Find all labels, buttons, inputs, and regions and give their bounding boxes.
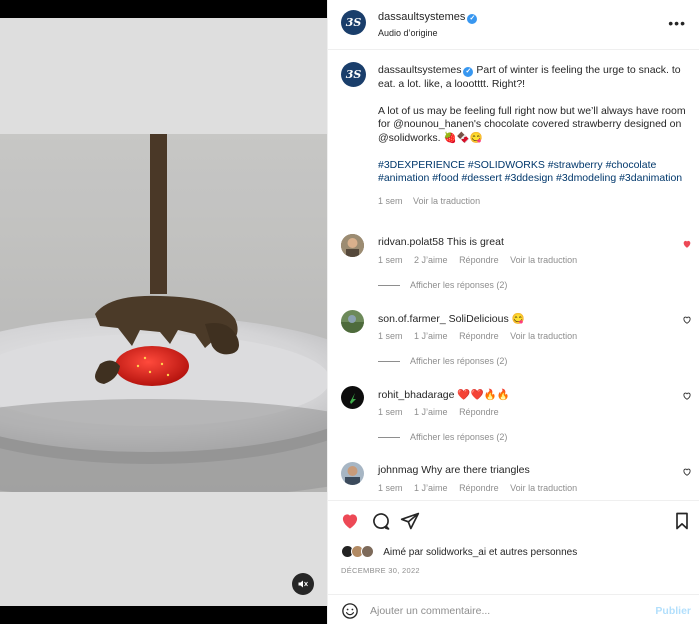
letterbox-bottom [0,492,327,606]
comment-meta: 1 sem 1 J’aime Répondre [378,407,508,417]
post-detail-panel: 3S dassaultsystemes ✓ Audio d’origine •••… [327,0,699,624]
share-icon[interactable] [400,511,420,531]
caption-meta: 1 sem Voir la traduction [378,195,690,209]
caption-text: dassaultsystemes ✓ Part of winter is feel… [378,64,690,209]
caption-translate-link[interactable]: Voir la traduction [413,196,480,206]
heart-icon[interactable] [340,511,360,531]
verified-icon: ✓ [463,67,474,77]
emoji-icon[interactable] [341,602,359,620]
comment-text: Why are there triangles [421,464,530,476]
heart-icon[interactable] [682,239,692,249]
replies-divider [378,361,400,363]
comment-text: SoliDelicious 😋 [448,313,525,325]
commenter-avatar[interactable] [341,234,364,257]
comment-time[interactable]: 1 sem [378,483,403,493]
post-media[interactable] [0,0,327,624]
liked-by-suffix[interactable]: et autres personnes [489,547,577,558]
liked-by-prefix: Aimé par [383,547,424,558]
show-replies-label[interactable]: Afficher les réponses (2) [410,356,507,366]
comment-icon[interactable] [371,511,391,531]
comment-input[interactable] [370,603,640,619]
avatar-logo-text: 3S [345,68,362,81]
show-replies-label[interactable]: Afficher les réponses (2) [410,280,507,290]
show-replies-button[interactable]: Afficher les réponses (2) [378,432,507,442]
comment-body: johnmag Why are there triangles [378,464,530,476]
post-date[interactable]: DÉCEMBRE 30, 2022 [341,566,420,575]
comment-like-count[interactable]: 1 J’aime [414,331,448,341]
author-username-text[interactable]: dassaultsystemes [378,11,465,23]
mute-button[interactable] [292,573,314,595]
letterbox-top [0,18,327,134]
comment-translate-link[interactable]: Voir la traduction [510,331,577,341]
bookmark-icon[interactable] [672,511,692,531]
caption-username[interactable]: dassaultsystemes [378,64,461,76]
replies-divider [378,437,400,439]
audio-label[interactable]: Audio d’origine [378,28,438,38]
comment-meta: 1 sem 1 J’aime Répondre Voir la traducti… [378,483,586,493]
comment-meta: 1 sem 2 J’aime Répondre Voir la traducti… [378,255,586,265]
avatar-photo [341,386,364,409]
post-header: 3S dassaultsystemes ✓ Audio d’origine ••• [328,0,699,50]
avatar-photo [341,234,364,257]
comment-time[interactable]: 1 sem [378,407,403,417]
comment-meta: 1 sem 1 J’aime Répondre Voir la traducti… [378,331,586,341]
comment-like-count[interactable]: 2 J’aime [414,255,448,265]
replies-divider [378,285,400,287]
commenter-username[interactable]: rohit_bhadarage [378,389,454,401]
comment-like-count[interactable]: 1 J’aime [414,407,448,417]
commenter-username[interactable]: johnmag [378,464,418,476]
author-username[interactable]: dassaultsystemes ✓ [378,11,478,24]
more-icon: ••• [668,15,686,31]
comment-time[interactable]: 1 sem [378,255,403,265]
avatar-photo [341,310,364,333]
show-replies-label[interactable]: Afficher les réponses (2) [410,432,507,442]
comment-reply-button[interactable]: Répondre [459,255,499,265]
post-actions: Aimé par solidworks_ai et autres personn… [328,500,699,624]
comment-body: ridvan.polat58 This is great [378,236,504,248]
comment-reply-button[interactable]: Répondre [459,331,499,341]
mute-icon [298,580,308,588]
add-comment-bar: Publier [328,594,699,624]
heart-outline-icon[interactable] [682,467,692,477]
comment-reply-button[interactable]: Répondre [459,407,499,417]
show-replies-button[interactable]: Afficher les réponses (2) [378,280,507,290]
comment-text: ❤️❤️🔥🔥 [457,389,510,401]
commenter-avatar[interactable] [341,386,364,409]
commenter-avatar[interactable] [341,462,364,485]
mini-avatar [361,545,374,558]
video-frame[interactable] [0,18,327,606]
author-avatar[interactable]: 3S [341,10,366,35]
post-comment-button[interactable]: Publier [655,605,691,617]
comment-time[interactable]: 1 sem [378,331,403,341]
heart-outline-icon[interactable] [682,315,692,325]
more-options-button[interactable]: ••• [668,15,686,31]
comment-reply-button[interactable]: Répondre [459,483,499,493]
comment-translate-link[interactable]: Voir la traduction [510,255,577,265]
liked-by-row[interactable]: Aimé par solidworks_ai et autres personn… [341,545,577,558]
video-scene [0,134,327,492]
comment-body: rohit_bhadarage ❤️❤️🔥🔥 [378,388,510,401]
show-replies-button[interactable]: Afficher les réponses (2) [378,356,507,366]
liked-by-user[interactable]: solidworks_ai [426,547,486,558]
comment-text: This is great [446,236,504,248]
comment-translate-link[interactable]: Voir la traduction [510,483,577,493]
commenter-avatar[interactable] [341,310,364,333]
comment-like-count[interactable]: 1 J’aime [414,483,448,493]
verified-icon: ✓ [467,14,478,24]
caption-avatar[interactable]: 3S [341,62,366,87]
commenter-username[interactable]: son.of.farmer_ [378,313,446,325]
strawberry-scene-image [0,134,327,492]
liked-avatars [341,545,381,558]
caption-time[interactable]: 1 sem [378,196,403,206]
heart-outline-icon[interactable] [682,391,692,401]
caption-line-2: A lot of us may be feeling full right no… [378,104,686,144]
commenter-username[interactable]: ridvan.polat58 [378,236,444,248]
comment-body: son.of.farmer_ SoliDelicious 😋 [378,312,525,325]
avatar-photo [341,462,364,485]
caption-hashtags[interactable]: #3DEXPERIENCE #SOLIDWORKS #strawberry #c… [378,159,690,186]
avatar-logo-text: 3S [345,16,362,29]
